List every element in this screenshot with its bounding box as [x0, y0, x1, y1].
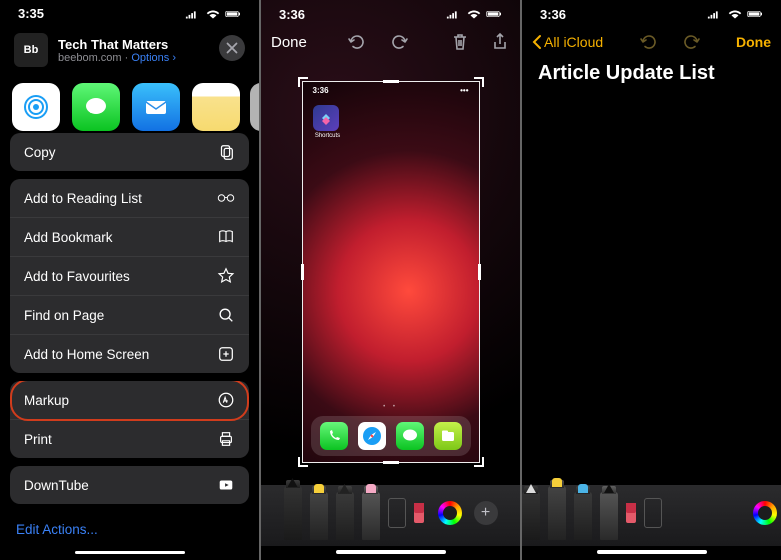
status-time: 3:35 — [18, 6, 44, 21]
markup-tool-tray: + — [261, 484, 520, 546]
messages-icon — [396, 422, 424, 450]
notes-tool-tray — [522, 484, 781, 546]
share-icon[interactable] — [490, 32, 510, 52]
tool-pencil[interactable] — [336, 492, 354, 540]
tool-pen[interactable] — [522, 492, 540, 540]
crop-frame[interactable]: 3:36 ••• Shortcuts • • — [302, 81, 480, 463]
add-button[interactable]: + — [474, 501, 498, 525]
dock — [311, 416, 471, 456]
color-picker[interactable] — [438, 501, 462, 525]
video-icon — [217, 476, 235, 494]
status-bar: 3:36 — [261, 0, 520, 24]
star-icon — [217, 267, 235, 285]
color-picker[interactable] — [753, 501, 777, 525]
app-airdrop[interactable]: AirDrop — [8, 83, 64, 123]
done-button[interactable]: Done — [736, 34, 771, 50]
status-time: 3:36 — [540, 7, 566, 22]
book-icon — [217, 228, 235, 246]
action-print[interactable]: Print — [10, 420, 249, 458]
done-button[interactable]: Done — [271, 34, 307, 51]
action-downtube[interactable]: DownTube — [10, 466, 249, 504]
markup-canvas[interactable]: 3:36 ••• Shortcuts • • — [261, 60, 520, 484]
page-thumbnail: Bb — [14, 33, 48, 67]
app-mail[interactable]: Mail — [128, 83, 184, 123]
redo-icon[interactable] — [390, 32, 410, 52]
chevron-left-icon — [532, 34, 542, 50]
status-indicators — [707, 8, 763, 20]
app-more[interactable]: Re — [248, 83, 259, 123]
page-title: Tech That Matters — [58, 37, 176, 52]
markup-editor-screen: 3:36 Done 3:36 ••• — [261, 0, 520, 560]
status-bar: 3:35 — [0, 0, 259, 23]
notes-toolbar: All iCloud Done — [522, 24, 781, 60]
redo-icon[interactable] — [682, 32, 702, 52]
messages-icon — [82, 93, 110, 121]
status-indicators — [185, 8, 241, 20]
share-apps-row[interactable]: AirDrop Messages Mail Notes Re — [0, 79, 259, 133]
action-reading-list[interactable]: Add to Reading List — [10, 179, 249, 218]
glasses-icon — [217, 189, 235, 207]
status-indicators — [446, 8, 502, 20]
tool-lasso[interactable] — [388, 498, 406, 528]
airdrop-icon — [21, 92, 51, 122]
plus-square-icon — [217, 345, 235, 363]
action-favourites[interactable]: Add to Favourites — [10, 257, 249, 296]
page-subtitle: beebom.com · Options › — [58, 52, 176, 64]
markup-icon — [217, 391, 235, 409]
home-indicator[interactable] — [336, 550, 446, 554]
edit-actions-link[interactable]: Edit Actions... — [0, 512, 259, 547]
share-actions: Copy Add to Reading List Add Bookmark Ad… — [0, 133, 259, 512]
back-button[interactable]: All iCloud — [532, 34, 603, 50]
share-options-link[interactable]: Options › — [131, 52, 176, 64]
copy-icon — [217, 143, 235, 161]
home-indicator[interactable] — [75, 551, 185, 554]
screenshot-content: 3:36 ••• Shortcuts • • — [303, 82, 479, 462]
share-sheet-screen: 3:35 Bb Tech That Matters beebom.com · O… — [0, 0, 259, 560]
tool-marker[interactable] — [548, 486, 566, 540]
search-icon — [217, 306, 235, 324]
status-time: 3:36 — [279, 7, 305, 22]
tool-pencil[interactable] — [600, 492, 618, 540]
tool-lasso[interactable] — [644, 498, 662, 528]
action-markup[interactable]: Markup — [10, 381, 249, 420]
shortcuts-app-icon: Shortcuts — [313, 105, 343, 139]
undo-icon[interactable] — [638, 32, 658, 52]
share-header: Bb Tech That Matters beebom.com · Option… — [0, 23, 259, 79]
action-home-screen[interactable]: Add to Home Screen — [10, 335, 249, 373]
trash-icon[interactable] — [450, 32, 470, 52]
safari-icon — [358, 422, 386, 450]
tool-marker[interactable] — [310, 492, 328, 540]
undo-icon[interactable] — [346, 32, 366, 52]
note-title[interactable]: Article Update List — [522, 60, 781, 87]
tool-ruler[interactable] — [626, 503, 636, 523]
print-icon — [217, 430, 235, 448]
home-indicator[interactable] — [597, 550, 707, 554]
action-bookmark[interactable]: Add Bookmark — [10, 218, 249, 257]
phone-icon — [320, 422, 348, 450]
tool-pen[interactable] — [284, 486, 302, 540]
note-body[interactable] — [522, 87, 781, 484]
files-icon — [434, 422, 462, 450]
tool-eraser[interactable] — [362, 492, 380, 540]
notes-screen: 3:36 All iCloud Done Article Update List — [522, 0, 781, 560]
markup-toolbar: Done — [261, 24, 520, 60]
app-notes[interactable]: Notes — [188, 83, 244, 123]
action-copy[interactable]: Copy — [10, 133, 249, 171]
tool-ruler[interactable] — [414, 503, 424, 523]
action-find[interactable]: Find on Page — [10, 296, 249, 335]
status-bar: 3:36 — [522, 0, 781, 24]
app-messages[interactable]: Messages — [68, 83, 124, 123]
close-button[interactable] — [219, 35, 245, 61]
mail-icon — [142, 93, 170, 121]
close-icon — [223, 39, 241, 57]
tool-highlighter[interactable] — [574, 492, 592, 540]
